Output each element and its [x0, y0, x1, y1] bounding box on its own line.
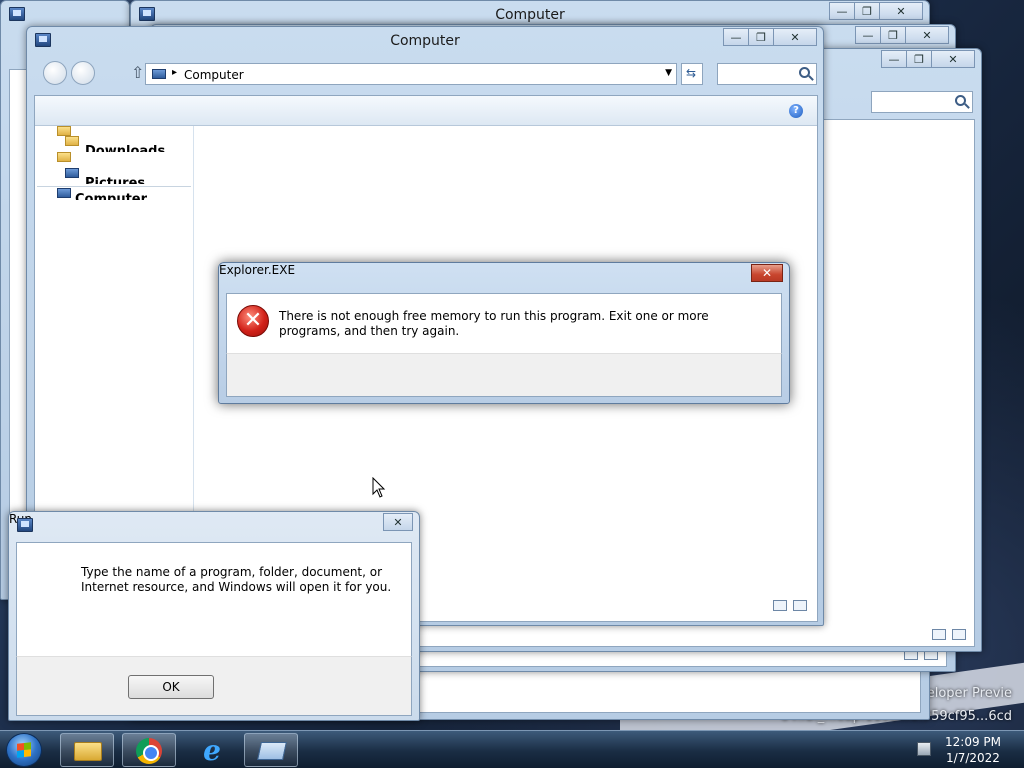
refresh-button[interactable]: ⇆ [681, 63, 703, 85]
dialog-title: Run [9, 512, 419, 526]
nav-item-computer[interactable]: Computer [75, 190, 147, 200]
dialog-footer: OK [16, 656, 412, 716]
dialog-footer [226, 353, 782, 397]
clock-time: 12:09 PM [945, 735, 1001, 749]
large-icons-view-icon[interactable] [952, 629, 966, 640]
nav-divider [37, 186, 191, 187]
dialog-title: Explorer.EXE [219, 263, 296, 277]
downloads-folder-icon [65, 136, 79, 146]
libraries-icon [57, 152, 71, 162]
maximize-button[interactable]: ❐ [748, 28, 774, 46]
close-button[interactable]: ✕ [905, 26, 949, 44]
up-arrow-icon[interactable]: ⇧ [131, 63, 144, 82]
computer-icon [9, 7, 25, 21]
taskbar-run[interactable] [244, 733, 298, 767]
error-dialog[interactable]: Explorer.EXE ✕ ✕ There is not enough fre… [218, 262, 790, 404]
taskbar: e 12:09 PM 1/7/2022 [0, 730, 1024, 768]
forward-button[interactable] [71, 61, 95, 85]
run-icon [17, 518, 33, 532]
minimize-button[interactable]: — [723, 28, 749, 46]
maximize-button[interactable]: ❐ [880, 26, 906, 44]
taskbar-clock[interactable]: 12:09 PM 1/7/2022 [940, 734, 1006, 766]
details-view-icon[interactable] [932, 629, 946, 640]
search-input[interactable] [717, 63, 817, 85]
dialog-body: ✕ There is not enough free memory to run… [226, 293, 782, 353]
details-view-icon[interactable] [773, 600, 787, 611]
start-button[interactable] [6, 733, 42, 767]
maximize-button[interactable]: ❐ [906, 50, 932, 68]
clock-date: 1/7/2022 [946, 751, 1000, 765]
maximize-button[interactable]: ❐ [854, 2, 880, 20]
dialog-body: Type the name of a program, folder, docu… [16, 542, 412, 656]
chrome-icon [136, 738, 162, 764]
refresh-icon: ⇆ [686, 66, 697, 80]
large-icons-view-icon[interactable] [793, 600, 807, 611]
search-icon [799, 67, 810, 78]
taskbar-internet-explorer[interactable]: e [184, 733, 238, 767]
window-title: Computer [390, 33, 460, 49]
minimize-button[interactable]: — [881, 50, 907, 68]
file-explorer-icon [74, 742, 102, 761]
minimize-button[interactable]: — [829, 2, 855, 20]
taskbar-chrome[interactable] [122, 733, 176, 767]
ok-button[interactable]: OK [128, 675, 214, 699]
address-bar[interactable]: ▸ Computer ▼ [145, 63, 677, 85]
run-message: Type the name of a program, folder, docu… [81, 565, 392, 594]
address-text: Computer [184, 68, 244, 82]
close-button[interactable]: ✕ [751, 264, 783, 282]
close-button[interactable]: ✕ [931, 50, 975, 68]
run-dialog[interactable]: Run ✕ Type the name of a program, folder… [8, 511, 420, 721]
nav-item-pictures[interactable]: Pictures [85, 174, 145, 184]
close-button[interactable]: ✕ [773, 28, 817, 46]
search-input[interactable] [871, 91, 973, 113]
taskbar-file-explorer[interactable] [60, 733, 114, 767]
mouse-cursor-icon [372, 477, 386, 498]
help-icon[interactable]: ? [789, 104, 803, 118]
favorites-icon [57, 126, 71, 136]
minimize-button[interactable]: — [855, 26, 881, 44]
window-title: Computer [495, 7, 565, 23]
address-dropdown-icon[interactable]: ▼ [665, 68, 672, 78]
action-center-flag-icon[interactable] [917, 742, 931, 756]
nav-item-downloads[interactable]: Downloads [85, 142, 165, 152]
search-icon [955, 95, 966, 106]
close-button[interactable]: ✕ [879, 2, 923, 20]
computer-icon [57, 188, 71, 198]
breadcrumb-arrow-icon[interactable]: ▸ [172, 67, 177, 78]
back-button[interactable] [43, 61, 67, 85]
command-bar: ? [35, 96, 817, 126]
run-icon [257, 742, 287, 760]
error-icon: ✕ [237, 305, 269, 337]
dialog-message: There is not enough free memory to run t… [279, 309, 709, 338]
close-button[interactable]: ✕ [383, 513, 413, 531]
computer-icon [152, 69, 166, 79]
navigation-bar: ⇧ ▸ Computer ▼ ⇆ [35, 57, 817, 85]
internet-explorer-icon: e [203, 734, 221, 767]
pictures-folder-icon [65, 168, 79, 178]
